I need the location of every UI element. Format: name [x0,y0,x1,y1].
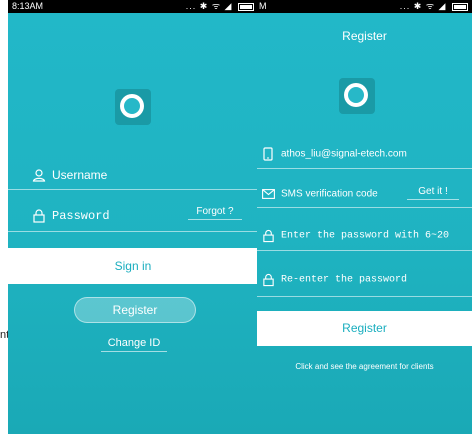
register-screen: M ... ✱ ᯤ ◢ Register athos_liu@signal-et… [257,0,472,434]
email-field[interactable]: athos_liu@signal-etech.com [257,140,472,169]
register-submit-button[interactable]: Register [257,311,472,346]
lock-icon [263,273,274,287]
status-icons: ... ✱ ᯤ ◢ [400,0,468,13]
username-placeholder: Username [52,168,108,182]
password-field[interactable]: Enter the password with 6~20 [257,222,472,251]
reenter-password-field[interactable]: Re-enter the password [257,264,472,297]
status-bar: M ... ✱ ᯤ ◢ [257,0,472,13]
lock-icon [263,229,274,243]
lock-icon [33,209,45,223]
user-icon [32,169,46,182]
email-value: athos_liu@signal-etech.com [281,148,407,160]
signal-icons: ... ✱ ᯤ ◢ [185,1,233,11]
phone-icon [263,147,273,161]
get-code-button[interactable]: Get it ! [407,186,459,200]
app-logo-icon [339,78,375,114]
battery-icon [238,2,254,11]
status-time: 8:13AM [12,1,44,11]
status-bar: 8:13AM ... ✱ ᯤ ◢ [8,0,258,13]
password-placeholder: Enter the password with 6~20 [281,230,450,242]
status-icons: ... ✱ ᯤ ◢ [186,0,254,13]
sign-in-button[interactable]: Sign in [8,248,258,284]
app-logo-icon [115,89,151,125]
mail-icon [262,189,275,199]
login-screen: 8:13AM ... ✱ ᯤ ◢ Username Password Forgo… [8,0,258,434]
reenter-password-placeholder: Re-enter the password [281,274,408,286]
sms-placeholder: SMS verification code [281,188,378,200]
battery-icon [452,2,468,11]
page-title: Register [342,29,387,43]
forgot-password-link[interactable]: Forgot ? [188,206,242,220]
username-field[interactable]: Username [8,161,258,190]
register-button[interactable]: Register [74,297,196,323]
change-id-button[interactable]: Change ID [101,337,167,352]
password-placeholder: Password [52,209,110,223]
agreement-link[interactable]: Click and see the agreement for clients [257,362,472,371]
status-fragment: M [259,1,267,11]
signal-icons: ... ✱ ᯤ ◢ [399,1,447,11]
